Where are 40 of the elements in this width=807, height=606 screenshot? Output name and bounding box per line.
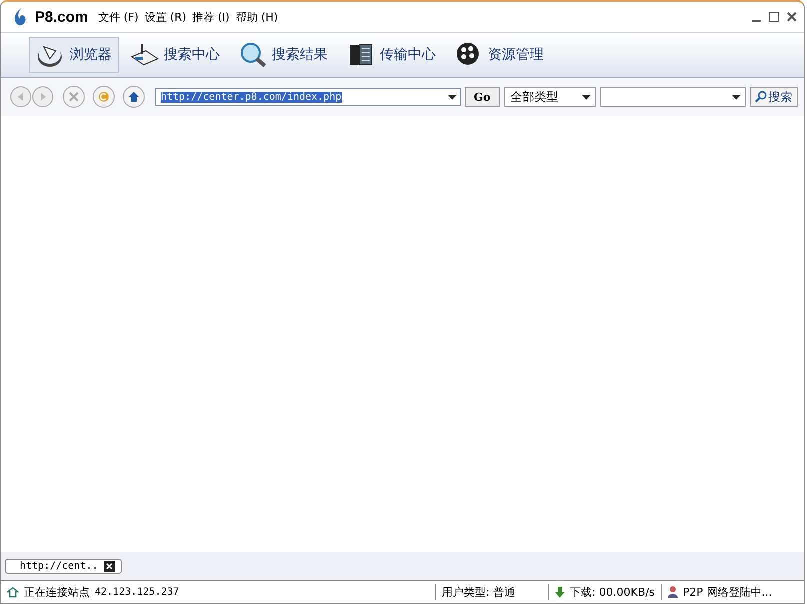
ip-address: 42.123.125.237 bbox=[95, 586, 180, 598]
maximize-icon bbox=[769, 12, 779, 22]
dropdown-arrow-icon bbox=[582, 94, 591, 100]
user-type-status: 用户类型: 普通 bbox=[442, 584, 516, 600]
search-button[interactable]: 搜索 bbox=[750, 87, 798, 107]
toolbar-tab[interactable]: 资源管理 bbox=[447, 37, 551, 73]
stop-icon bbox=[69, 92, 79, 102]
magnifier-icon bbox=[238, 41, 268, 69]
url-field[interactable]: http://center.p8.com/index.php bbox=[155, 88, 461, 106]
minimize-icon bbox=[752, 20, 761, 22]
search-icon bbox=[754, 91, 767, 103]
back-forward-icon bbox=[9, 86, 55, 108]
toolbar-tab[interactable]: 搜索结果 bbox=[231, 37, 335, 73]
user-icon bbox=[668, 586, 678, 598]
down-arrow-icon bbox=[555, 586, 566, 598]
home-button[interactable] bbox=[123, 86, 145, 108]
refresh-icon bbox=[98, 91, 110, 103]
menu-item[interactable]: 推荐 (I) bbox=[192, 10, 230, 24]
dropdown-arrow-icon bbox=[448, 94, 457, 100]
toolbar-tab[interactable]: 浏览器 bbox=[29, 37, 119, 73]
home-icon bbox=[128, 91, 140, 103]
menu-item[interactable]: 帮助 (H) bbox=[236, 10, 278, 24]
go-button[interactable]: Go bbox=[465, 87, 500, 107]
menu-item[interactable]: 文件 (F) bbox=[98, 10, 139, 24]
menu-item[interactable]: 设置 (R) bbox=[144, 10, 187, 24]
app-logo-text: P8.com bbox=[35, 8, 88, 26]
toolbar-tab[interactable]: 传输中心 bbox=[339, 37, 443, 73]
close-icon bbox=[787, 12, 797, 22]
home-icon bbox=[7, 586, 19, 598]
close-icon[interactable] bbox=[104, 560, 116, 572]
close-button[interactable] bbox=[786, 12, 798, 22]
page-tab[interactable]: http://cent.. bbox=[5, 558, 122, 574]
maximize-button[interactable] bbox=[768, 12, 780, 22]
dropdown-arrow-icon bbox=[732, 94, 741, 100]
download-speed: 下载: 00.00KB/s bbox=[570, 584, 655, 600]
search-field[interactable] bbox=[600, 87, 746, 107]
connection-status: 正在连接站点 bbox=[24, 584, 90, 600]
toolbar-tab[interactable]: 搜索中心 bbox=[123, 37, 227, 73]
type-dropdown[interactable]: 全部类型 bbox=[504, 87, 596, 107]
p2p-status: P2P 网络登陆中... bbox=[683, 584, 772, 600]
